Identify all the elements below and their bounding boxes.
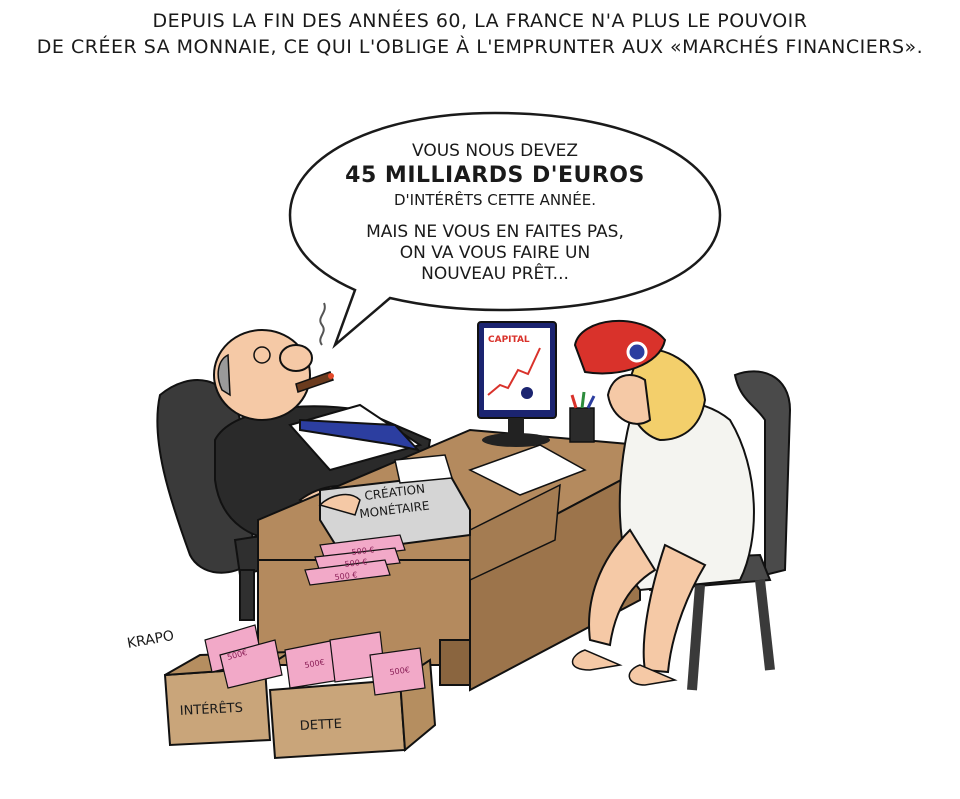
speech-bubble-text: VOUS NOUS DEVEZ 45 MILLIARDS D'EUROS D'I…	[300, 140, 690, 285]
speech-line-1: VOUS NOUS DEVEZ	[412, 141, 578, 161]
speech-line-4: MAIS NE VOUS EN FAITES PAS,	[366, 222, 624, 242]
monitor-label: CAPITAL	[488, 335, 530, 345]
box-label-dette: DETTE	[299, 717, 342, 734]
cigar-smoke	[319, 302, 326, 346]
artist-signature: KRAPO	[126, 628, 175, 652]
cartoon-scene: CAPITAL CRÉATION MONÉTAIRE 500 € 500 € 5…	[126, 111, 792, 760]
box-label-interets: INTÉRÊTS	[179, 700, 243, 719]
speech-line-2: 45 MILLIARDS D'EUROS	[345, 163, 645, 188]
debt-box	[268, 631, 437, 760]
speech-line-3: D'INTÉRÊTS CETTE ANNÉE.	[394, 191, 596, 209]
speech-line-6: NOUVEAU PRÊT...	[421, 264, 569, 284]
interest-box	[163, 624, 294, 747]
pencil-cup	[569, 391, 596, 443]
speech-line-5: ON VA VOUS FAIRE UN	[399, 243, 591, 263]
